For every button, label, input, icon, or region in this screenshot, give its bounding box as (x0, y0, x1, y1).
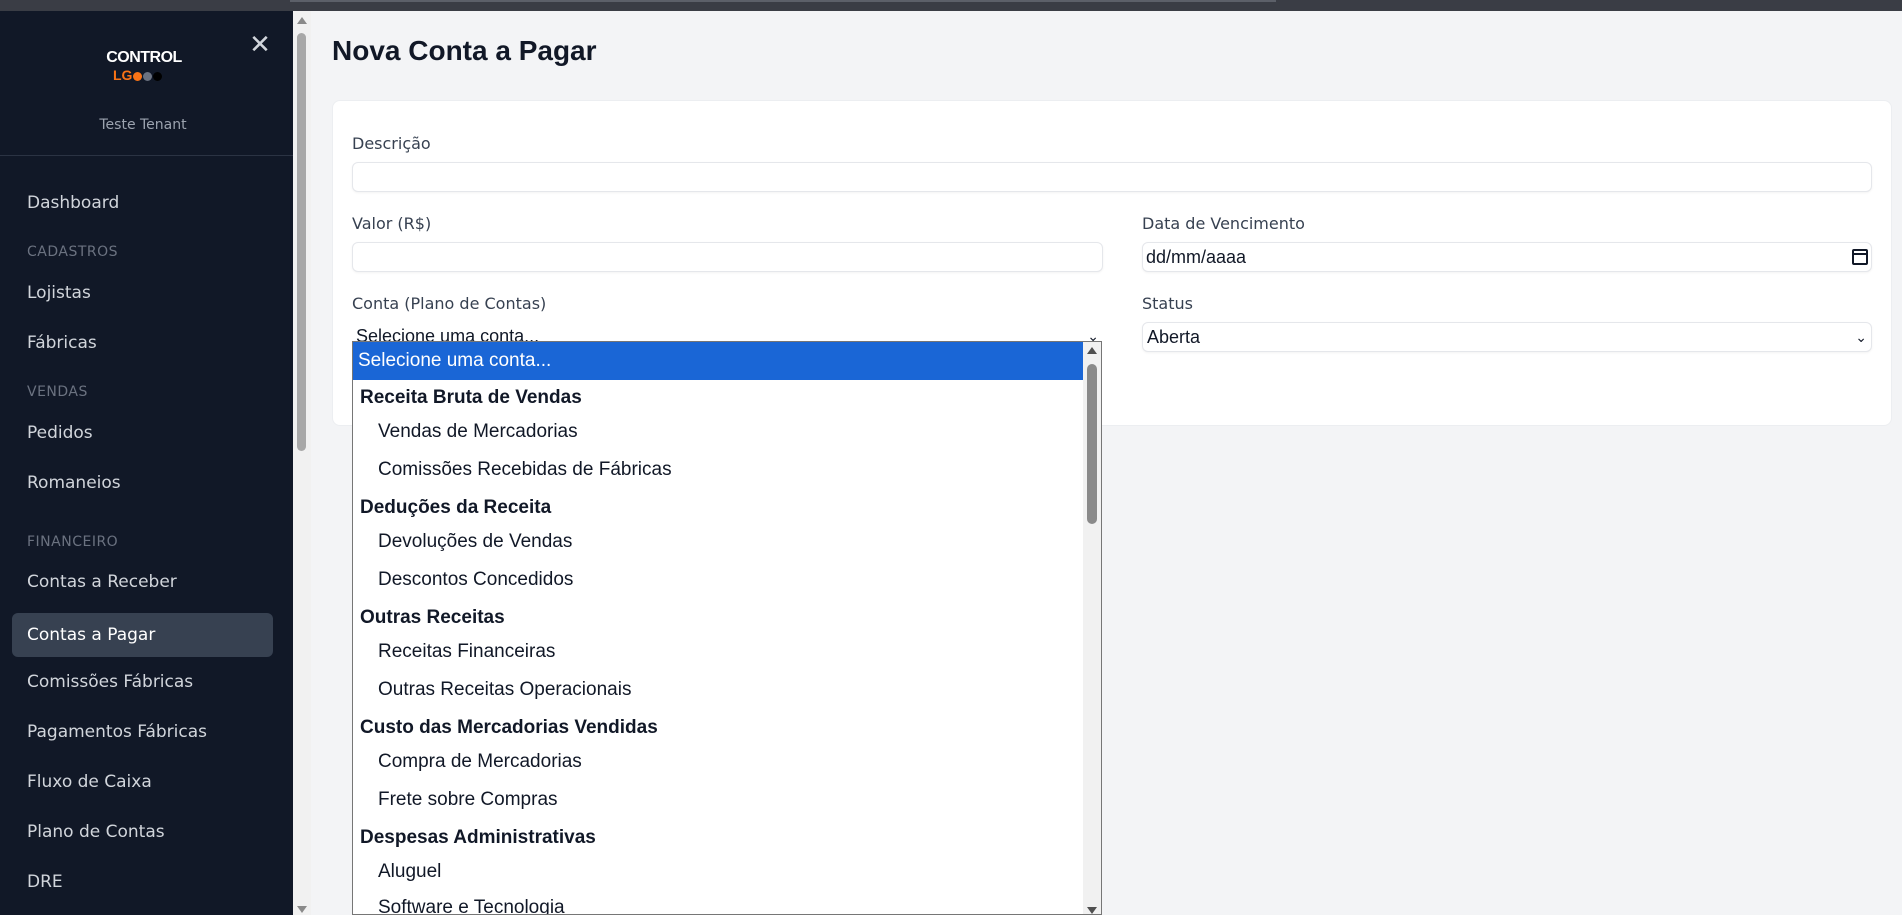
dropdown-scrollbar[interactable] (1083, 342, 1101, 914)
dropdown-option[interactable]: Aluguel (353, 854, 1083, 890)
dropdown-option[interactable]: Comissões Recebidas de Fábricas (353, 452, 1083, 488)
vencimento-placeholder: dd/mm/aaaa (1146, 247, 1247, 267)
sidebar-item-lojistas[interactable]: Lojistas (12, 271, 273, 315)
dropdown-option[interactable]: Receitas Financeiras (353, 634, 1083, 670)
dropdown-option[interactable]: Frete sobre Compras (353, 782, 1083, 818)
sidebar-item-dre[interactable]: DRE (12, 860, 273, 904)
logo-text-control: CONTROL (106, 49, 182, 66)
sidebar: ✕ CONTROL LG Teste Tenant Dashboard CADA… (0, 11, 293, 915)
scroll-down-arrow-icon[interactable] (297, 906, 307, 913)
scroll-down-arrow-icon[interactable] (1087, 907, 1097, 914)
conta-label: Conta (Plano de Contas) (352, 294, 547, 313)
vencimento-date-input[interactable]: dd/mm/aaaa (1142, 242, 1872, 272)
status-select-value: Aberta (1147, 327, 1201, 347)
sidebar-item-contas-receber[interactable]: Contas a Receber (12, 560, 273, 604)
sidebar-item-comissoes-fabricas[interactable]: Comissões Fábricas (12, 660, 273, 704)
page-title: Nova Conta a Pagar (332, 35, 597, 66)
sidebar-item-fabricas[interactable]: Fábricas (12, 321, 273, 365)
sidebar-section-financeiro: FINANCEIRO (27, 534, 119, 550)
dropdown-optgroup: Deduções da Receita (360, 497, 552, 518)
status-label: Status (1142, 294, 1193, 313)
dropdown-option[interactable]: Devoluções de Vendas (353, 524, 1083, 560)
descricao-label: Descrição (352, 134, 431, 153)
sidebar-item-fluxo-caixa[interactable]: Fluxo de Caixa (12, 760, 273, 804)
page-scrollbar[interactable] (293, 11, 311, 915)
dropdown-option[interactable]: Software e Tecnologia (353, 890, 1083, 914)
descricao-input[interactable] (352, 162, 1872, 192)
dropdown-optgroup: Receita Bruta de Vendas (360, 387, 582, 408)
browser-tab-strip (290, 0, 1276, 2)
sidebar-section-cadastros: CADASTROS (27, 244, 119, 260)
sidebar-divider (0, 155, 293, 156)
browser-top-bar (0, 0, 1902, 11)
dropdown-option[interactable]: Compra de Mercadorias (353, 744, 1083, 780)
dropdown-option[interactable]: Vendas de Mercadorias (353, 414, 1083, 450)
scroll-up-arrow-icon[interactable] (1087, 347, 1097, 354)
calendar-icon[interactable] (1852, 249, 1868, 265)
sidebar-item-romaneios[interactable]: Romaneios (12, 461, 273, 505)
chevron-down-icon: ⌄ (1855, 329, 1867, 345)
sidebar-item-contas-pagar[interactable]: Contas a Pagar (12, 613, 273, 657)
scroll-up-arrow-icon[interactable] (297, 17, 307, 24)
sidebar-section-vendas: VENDAS (27, 384, 88, 400)
tenant-name: Teste Tenant (99, 117, 187, 133)
dropdown-option[interactable]: Outras Receitas Operacionais (353, 672, 1083, 708)
logo: CONTROL LG (104, 49, 184, 93)
dropdown-optgroup: Despesas Administrativas (360, 827, 596, 848)
sidebar-item-plano-contas[interactable]: Plano de Contas (12, 810, 273, 854)
vencimento-label: Data de Vencimento (1142, 214, 1305, 233)
dropdown-optgroup: Outras Receitas (360, 607, 505, 628)
sidebar-item-dashboard[interactable]: Dashboard (12, 181, 273, 225)
sidebar-item-pagamentos-fabricas[interactable]: Pagamentos Fábricas (12, 710, 273, 754)
status-select[interactable]: Aberta ⌄ (1142, 322, 1872, 352)
dropdown-option-selected[interactable]: Selecione uma conta... (353, 342, 1083, 380)
close-icon[interactable]: ✕ (246, 31, 274, 59)
dropdown-optgroup: Custo das Mercadorias Vendidas (360, 717, 658, 738)
conta-dropdown-list[interactable]: Selecione uma conta... Receita Bruta de … (352, 341, 1102, 915)
valor-input[interactable] (352, 242, 1103, 272)
sidebar-item-pedidos[interactable]: Pedidos (12, 411, 273, 455)
valor-label: Valor (R$) (352, 214, 432, 233)
page-scrollbar-thumb[interactable] (297, 33, 306, 451)
logo-text-lg: LG (104, 67, 184, 83)
dropdown-option[interactable]: Descontos Concedidos (353, 562, 1083, 598)
dropdown-scrollbar-thumb[interactable] (1087, 364, 1097, 524)
